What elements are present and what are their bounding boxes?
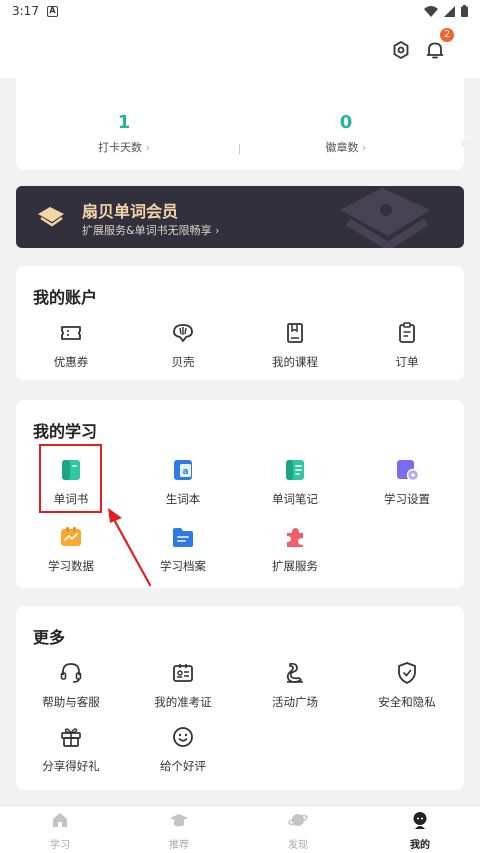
graduation-cap-icon [170,814,188,827]
more-admission-ticket[interactable]: 我的准考证 [128,660,238,710]
more-item-label: 给个好评 [160,759,206,773]
study-settings-icon [397,460,420,482]
more-security-privacy[interactable]: 安全和隐私 [352,660,462,710]
notification-badge: 2 [440,28,454,42]
account-shell[interactable]: 贝壳 [128,320,238,370]
notification-button[interactable]: 2 [423,28,454,62]
headset-icon [60,663,82,683]
home-icon [53,813,67,827]
chevron-right-icon: › [362,141,367,154]
study-title: 我的学习 [33,422,98,441]
more-card: 更多 帮助与客服 我的准考证 活动广场 安全和隐私 分享得好礼 给个好评 [16,606,464,790]
planet-icon [288,814,308,826]
smile-icon [173,727,193,747]
vip-decoration-icon [340,188,430,248]
vip-logo-icon [38,207,64,227]
study-extension-service[interactable]: 扩展服务 [240,524,350,574]
study-settings[interactable]: 学习设置 [352,457,462,507]
course-icon [287,323,303,343]
svg-text:a: a [182,467,188,477]
profile-icon [413,812,427,829]
tab-label: 学习 [50,840,70,851]
word-notes-icon [286,460,304,480]
more-share-gift[interactable]: 分享得好礼 [16,724,126,774]
checkin-days-label: 打卡天数 [98,141,143,154]
account-item-label: 我的课程 [272,355,318,369]
study-word-notes[interactable]: 单词笔记 [240,457,350,507]
app-notification-icon: A [46,5,58,17]
vip-subtitle: 扩展服务&单词书无限畅享 [82,224,212,237]
badges-label: 徽章数 [325,141,359,154]
annotation-arrow-icon [108,508,152,587]
study-data-icon [61,527,81,546]
account-coupon[interactable]: 优惠券 [16,320,126,370]
hexagon-settings-icon [393,41,409,59]
checkin-days-stat[interactable]: 1 打卡天数 › [64,112,184,155]
more-item-label: 我的准考证 [154,695,212,709]
more-item-label: 安全和隐私 [378,695,436,709]
tab-mine[interactable]: 我的 [380,810,460,851]
badges-value: 0 [339,112,353,133]
coupon-icon [61,326,81,340]
account-title: 我的账户 [33,288,98,307]
stats-divider [239,144,240,154]
tab-recommend[interactable]: 推荐 [139,810,219,851]
study-item-label: 单词笔记 [272,492,318,506]
account-item-label: 贝壳 [171,355,195,369]
tab-label: 发现 [288,840,308,851]
settings-button[interactable] [389,38,413,62]
tab-label: 推荐 [169,840,189,851]
profile-header: 2 [0,22,480,78]
tab-label: 我的 [410,840,430,851]
account-item-label: 订单 [395,355,419,369]
vip-title: 扇贝单词会员 [82,202,179,221]
more-help[interactable]: 帮助与客服 [16,660,126,710]
status-bar: 3:17 A [0,0,480,22]
status-time: 3:17 [12,4,39,18]
study-item-label: 学习设置 [384,492,430,506]
gift-icon [61,728,81,747]
badges-stat[interactable]: 0 徽章数 › [286,112,406,155]
wifi-icon [424,5,438,17]
account-course[interactable]: 我的课程 [240,320,350,370]
study-archive-icon [173,528,193,547]
vip-membership-banner[interactable]: 扇贝单词会员 扩展服务&单词书无限畅享 › [16,186,464,248]
tab-discover[interactable]: 发现 [258,810,338,851]
more-item-label: 分享得好礼 [42,759,100,773]
shell-icon [173,324,193,342]
account-item-label: 优惠券 [53,355,89,369]
order-icon [399,322,415,343]
bell-icon [426,42,444,59]
more-title: 更多 [33,628,66,647]
bottom-tab-bar: 学习 推荐 发现 我的 [0,805,480,853]
chevron-right-icon: › [145,141,150,154]
admission-ticket-icon [173,664,193,682]
annotation-highlight-box [39,444,102,513]
chevron-right-icon: › [215,224,220,237]
more-item-label: 活动广场 [272,695,318,709]
account-card: 我的账户 优惠券 贝壳 我的课程 订单 [16,266,464,380]
stats-card: 1 打卡天数 › 0 徽章数 › › [16,78,466,170]
extension-service-icon [287,528,303,547]
tab-study[interactable]: 学习 [20,810,100,851]
battery-icon [461,5,468,17]
more-rate-app[interactable]: 给个好评 [128,724,238,774]
activity-icon [286,662,303,683]
checkin-days-value: 1 [117,112,131,133]
more-item-label: 帮助与客服 [42,695,100,709]
vocab-notebook-icon: a [174,460,192,480]
shield-icon [398,662,416,684]
signal-icon [444,5,455,17]
chevron-right-icon: › [460,136,466,152]
study-item-label: 扩展服务 [272,559,318,573]
account-order[interactable]: 订单 [352,320,462,370]
more-activity[interactable]: 活动广场 [240,660,350,710]
